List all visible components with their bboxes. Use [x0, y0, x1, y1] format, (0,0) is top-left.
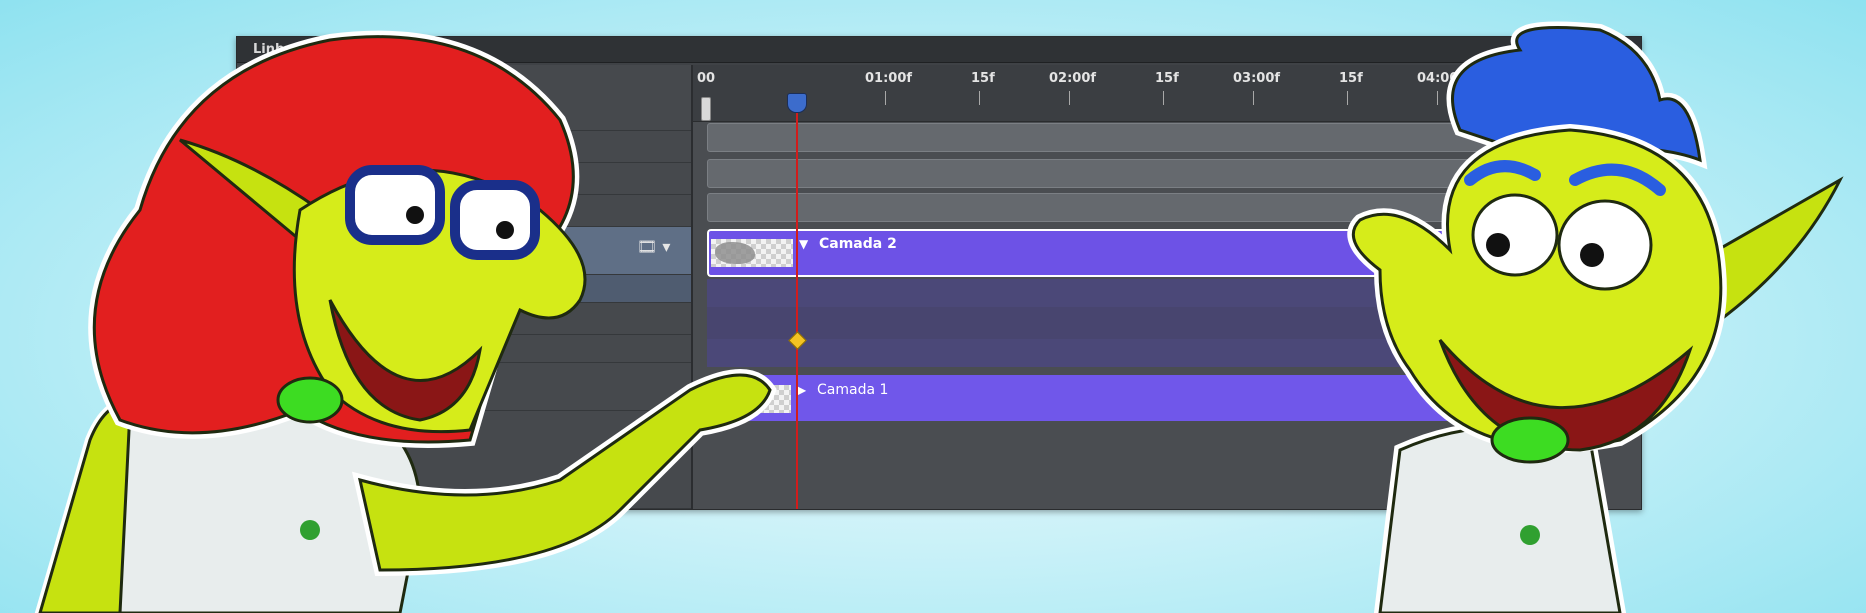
mascot-left	[34, 30, 777, 613]
clip-label: Camada 1	[817, 382, 889, 398]
clip-label: Camada 2	[819, 236, 897, 252]
tick-label: 15f	[971, 71, 995, 86]
shirt-logo-icon	[1520, 525, 1540, 545]
tick-label: 15f	[1155, 71, 1179, 86]
tick-label: 01:00f	[865, 71, 913, 86]
tick-label: 03:00f	[1233, 71, 1281, 86]
mascot-right	[1347, 21, 1844, 613]
tick-label: 02:00f	[1049, 71, 1097, 86]
shirt-logo-icon	[300, 520, 320, 540]
